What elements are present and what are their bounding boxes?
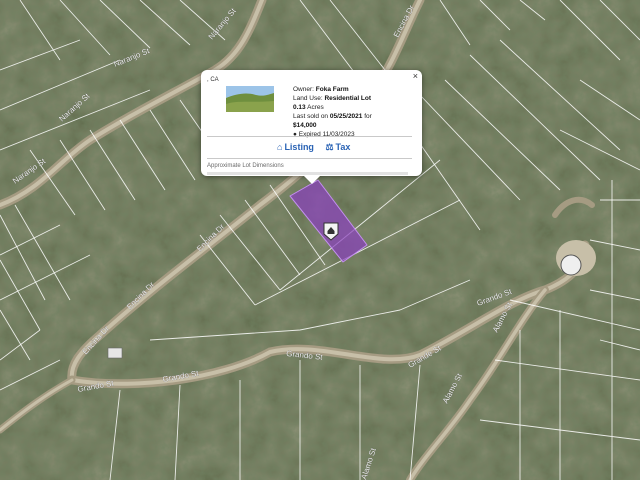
bank-icon: ⚖	[325, 142, 334, 152]
land-use-row: Land Use: Residential Lot	[293, 94, 418, 103]
close-button[interactable]: ×	[413, 71, 418, 81]
tax-link[interactable]: ⚖ Tax	[325, 142, 350, 152]
owner-row: Owner: Foka Farm	[293, 85, 418, 94]
house-icon: ⌂	[277, 142, 283, 152]
horizontal-scrollbar[interactable]	[207, 172, 408, 175]
acres-value: 0.13	[293, 104, 306, 111]
popup-links: ⌂ Listing ⚖ Tax	[277, 142, 359, 153]
property-details: Owner: Foka Farm Land Use: Residential L…	[293, 85, 418, 139]
listing-label: Listing	[284, 142, 314, 152]
acres-unit: Acres	[307, 104, 324, 111]
last-sold-date: 05/25/2021	[329, 113, 363, 120]
last-sold-row: Last sold on 05/25/2021 for $14,000	[293, 112, 418, 130]
lot-dimensions-note: Approximate Lot Dimensions	[207, 163, 284, 169]
tax-label: Tax	[335, 142, 351, 152]
owner-label: Owner:	[293, 86, 314, 93]
building	[107, 347, 123, 359]
owner-value: Foka Farm	[315, 86, 349, 93]
last-sold-prefix: Last sold on	[293, 113, 329, 120]
property-popup: × , CA Owner: Foka Farm Land Use: Reside…	[201, 70, 422, 176]
last-sold-price: $14,000	[293, 122, 317, 129]
property-thumbnail[interactable]	[226, 86, 274, 112]
popup-caret	[304, 176, 320, 184]
land-use-label: Land Use:	[293, 95, 323, 102]
land-use-value: Residential Lot	[324, 95, 372, 102]
listing-link[interactable]: ⌂ Listing	[277, 142, 316, 152]
acres-row: 0.13 Acres	[293, 103, 418, 112]
expired-row: ● Expired 11/03/2023	[293, 130, 418, 139]
water-tank	[556, 240, 596, 276]
popup-location: , CA	[207, 77, 219, 83]
last-sold-for: for	[364, 113, 372, 120]
divider	[207, 136, 412, 137]
divider	[207, 158, 412, 159]
